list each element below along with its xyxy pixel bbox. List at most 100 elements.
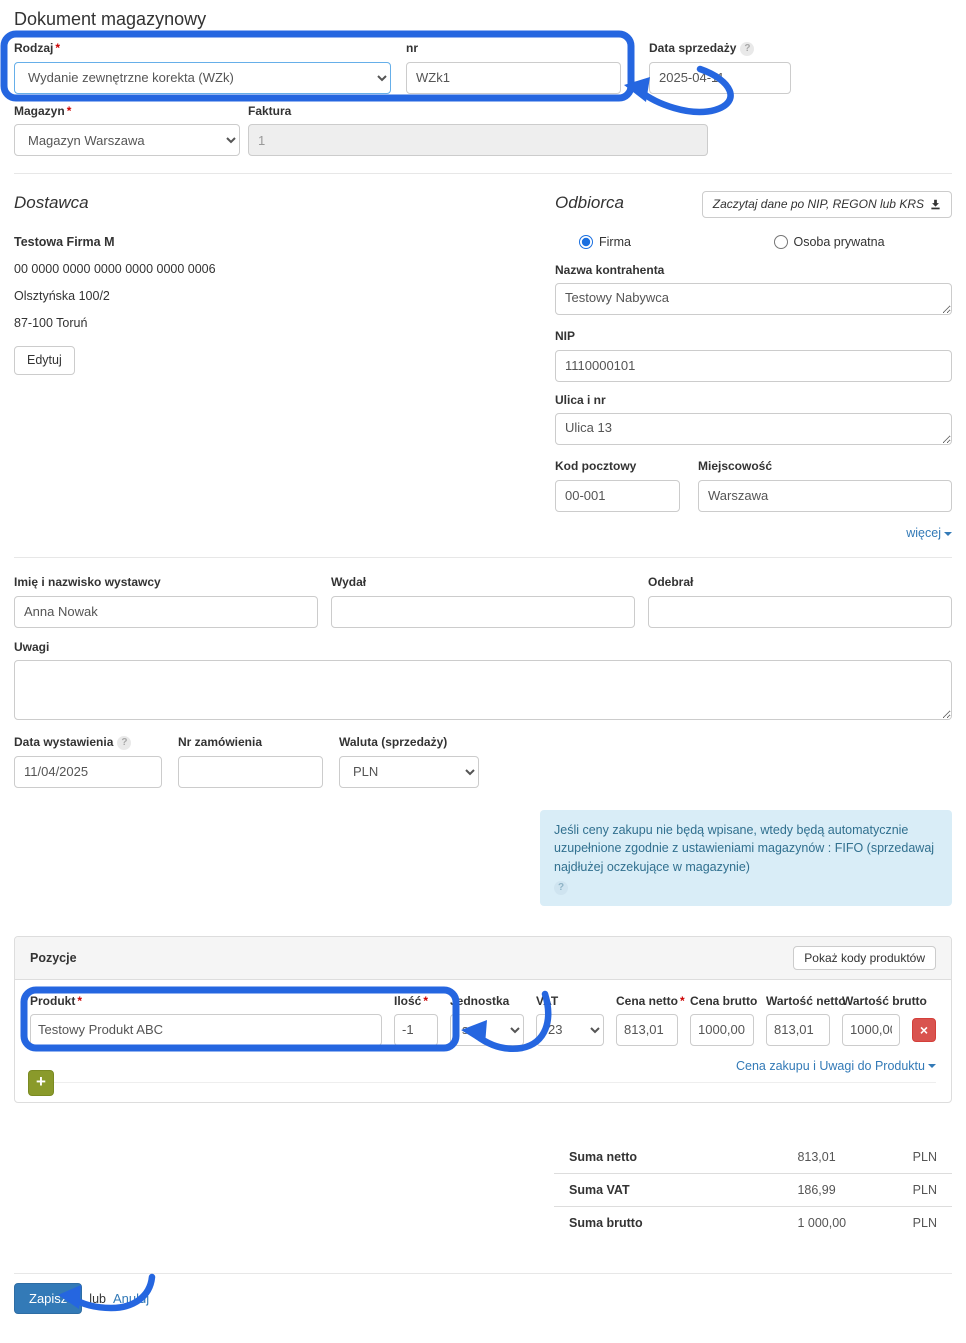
footer-divider [14,1272,952,1274]
total-gross-label: Suma brutto [569,1215,643,1230]
help-icon[interactable]: ? [117,736,132,751]
close-icon: × [919,1021,929,1038]
wartosc-netto-label: Wartość netto [766,994,846,1009]
total-vat-currency: PLN [912,1182,937,1197]
odebral-label: Odebrał [648,574,694,589]
recipient-section: Odbiorca Zaczytaj dane po NIP, REGON lub… [514,191,952,540]
jednostka-label: Jednostka [450,994,510,1009]
more-link[interactable]: więcej [906,526,952,540]
help-icon[interactable]: ? [740,42,755,56]
total-vat-value: 186,99 [797,1182,836,1197]
data-sprzedazy-input[interactable] [649,61,791,94]
radio-option-osoba-prywatna[interactable]: Osoba prywatna [758,234,953,249]
nr-input[interactable] [406,61,621,94]
wydal-input[interactable] [331,595,635,628]
required-asterisk: * [680,994,685,1009]
nazwa-kontrahenta-label: Nazwa kontrahenta [555,262,665,277]
cena-brutto-label: Cena brutto [690,994,758,1009]
wystawca-input[interactable] [14,595,318,628]
add-position-button[interactable]: + [28,1069,54,1096]
osoba-prywatna-radio[interactable] [773,234,788,249]
miejscowosc-label: Miejscowość [698,459,773,474]
waluta-label: Waluta (sprzedaży) [339,735,448,750]
wartosc-brutto-input[interactable] [842,1013,900,1046]
fetch-by-nip-label: Zaczytaj dane po NIP, REGON lub KRS [712,197,924,212]
caret-down-icon [928,1064,936,1069]
ilosc-input[interactable] [394,1013,438,1046]
radio-option-firma[interactable]: Firma [555,234,758,249]
section-divider [14,173,952,175]
produkt-input[interactable] [30,1013,382,1046]
remove-row-button[interactable]: × [912,1017,936,1042]
cena-brutto-input[interactable] [690,1013,754,1046]
totals-table: Suma netto 813,01 PLN Suma VAT 186,99 PL… [554,1141,952,1239]
document-header-form: Rodzaj * Wydanie zewnętrzne korekta (WZk)… [0,30,952,157]
nip-input[interactable] [555,349,952,382]
position-row: Produkt* Ilość* Jednostka szt VAT 23 [30,994,936,1046]
supplier-city: 87-100 Toruń [14,316,88,331]
magazyn-label: Magazyn * [14,103,72,118]
add-row-strip: + [28,1069,936,1096]
jednostka-select[interactable]: szt [450,1013,524,1046]
faktura-label: Faktura [248,103,292,118]
firma-radio-label: Firma [599,234,631,249]
produkt-label: Produkt * [30,994,83,1009]
total-gross-row: Suma brutto 1 000,00 PLN [554,1205,952,1239]
wydal-label: Wydał [331,574,367,589]
miejscowosc-input[interactable] [698,479,952,512]
vat-select[interactable]: 23 [536,1013,604,1046]
total-net-row: Suma netto 813,01 PLN [554,1141,952,1173]
data-wystawienia-label: Data wystawienia? [14,735,162,751]
uwagi-textarea[interactable] [14,660,952,721]
edit-supplier-button[interactable]: Edytuj [14,346,75,376]
waluta-select[interactable]: PLN [339,755,479,788]
odebral-input[interactable] [648,595,952,628]
data-wystawienia-input[interactable] [14,755,162,788]
or-text: lub [89,1291,106,1306]
required-asterisk: * [55,41,61,55]
show-product-codes-button[interactable]: Pokaż kody produktów [793,945,936,971]
fifo-info-text: Jeśli ceny zakupu nie będą wpisane, wted… [554,822,935,875]
download-icon [931,199,940,210]
total-gross-value: 1 000,00 [797,1215,847,1230]
nr-label: nr [406,41,418,55]
ilosc-label: Ilość * [394,994,429,1009]
section-divider [14,556,952,558]
plus-icon: + [36,1072,46,1092]
total-net-value: 813,01 [797,1149,836,1164]
positions-panel: Pozycje Pokaż kody produktów Produkt* Il… [14,935,952,1103]
data-sprzedazy-label: Data sprzedaży? [649,41,791,57]
cancel-link[interactable]: Anuluj [113,1291,149,1306]
total-vat-row: Suma VAT 186,99 PLN [554,1172,952,1206]
required-asterisk: * [423,994,429,1009]
fetch-by-nip-button[interactable]: Zaczytaj dane po NIP, REGON lub KRS [701,191,952,218]
vat-label: VAT [536,994,559,1009]
kod-pocztowy-input[interactable] [555,479,680,512]
cena-netto-input[interactable] [616,1013,678,1046]
uwagi-label: Uwagi [14,639,50,654]
rodzaj-select[interactable]: Wydanie zewnętrzne korekta (WZk) [14,61,391,94]
cena-netto-label: Cena netto * [616,994,685,1009]
wartosc-brutto-label: Wartość brutto [842,994,927,1009]
ulica-textarea[interactable]: Ulica 13 [555,413,952,446]
ulica-label: Ulica i nr [555,392,606,407]
supplier-section: Dostawca Testowa Firma M 00 0000 0000 00… [14,191,514,540]
supplier-heading: Dostawca [14,193,89,213]
wartosc-netto-input[interactable] [766,1013,830,1046]
firma-radio[interactable] [579,234,593,249]
nr-zamowienia-input[interactable] [178,755,323,788]
caret-down-icon [944,531,952,536]
wystawca-label: Imię i nazwisko wystawcy [14,574,161,589]
total-vat-label: Suma VAT [569,1182,630,1197]
faktura-input [248,124,708,157]
supplier-name: Testowa Firma M [14,235,115,250]
rodzaj-label: Rodzaj * [14,41,61,55]
help-icon[interactable]: ? [554,880,568,895]
magazyn-select[interactable]: Magazyn Warszawa [14,124,240,157]
purchase-price-notes-link[interactable]: Cena zakupu i Uwagi do Produktu [736,1059,936,1073]
nazwa-kontrahenta-textarea[interactable]: Testowy Nabywca [555,283,952,316]
required-asterisk: * [77,994,83,1009]
fifo-info-box: Jeśli ceny zakupu nie będą wpisane, wted… [540,809,952,906]
total-net-label: Suma netto [569,1149,638,1164]
save-button[interactable]: Zapisz [14,1282,83,1315]
